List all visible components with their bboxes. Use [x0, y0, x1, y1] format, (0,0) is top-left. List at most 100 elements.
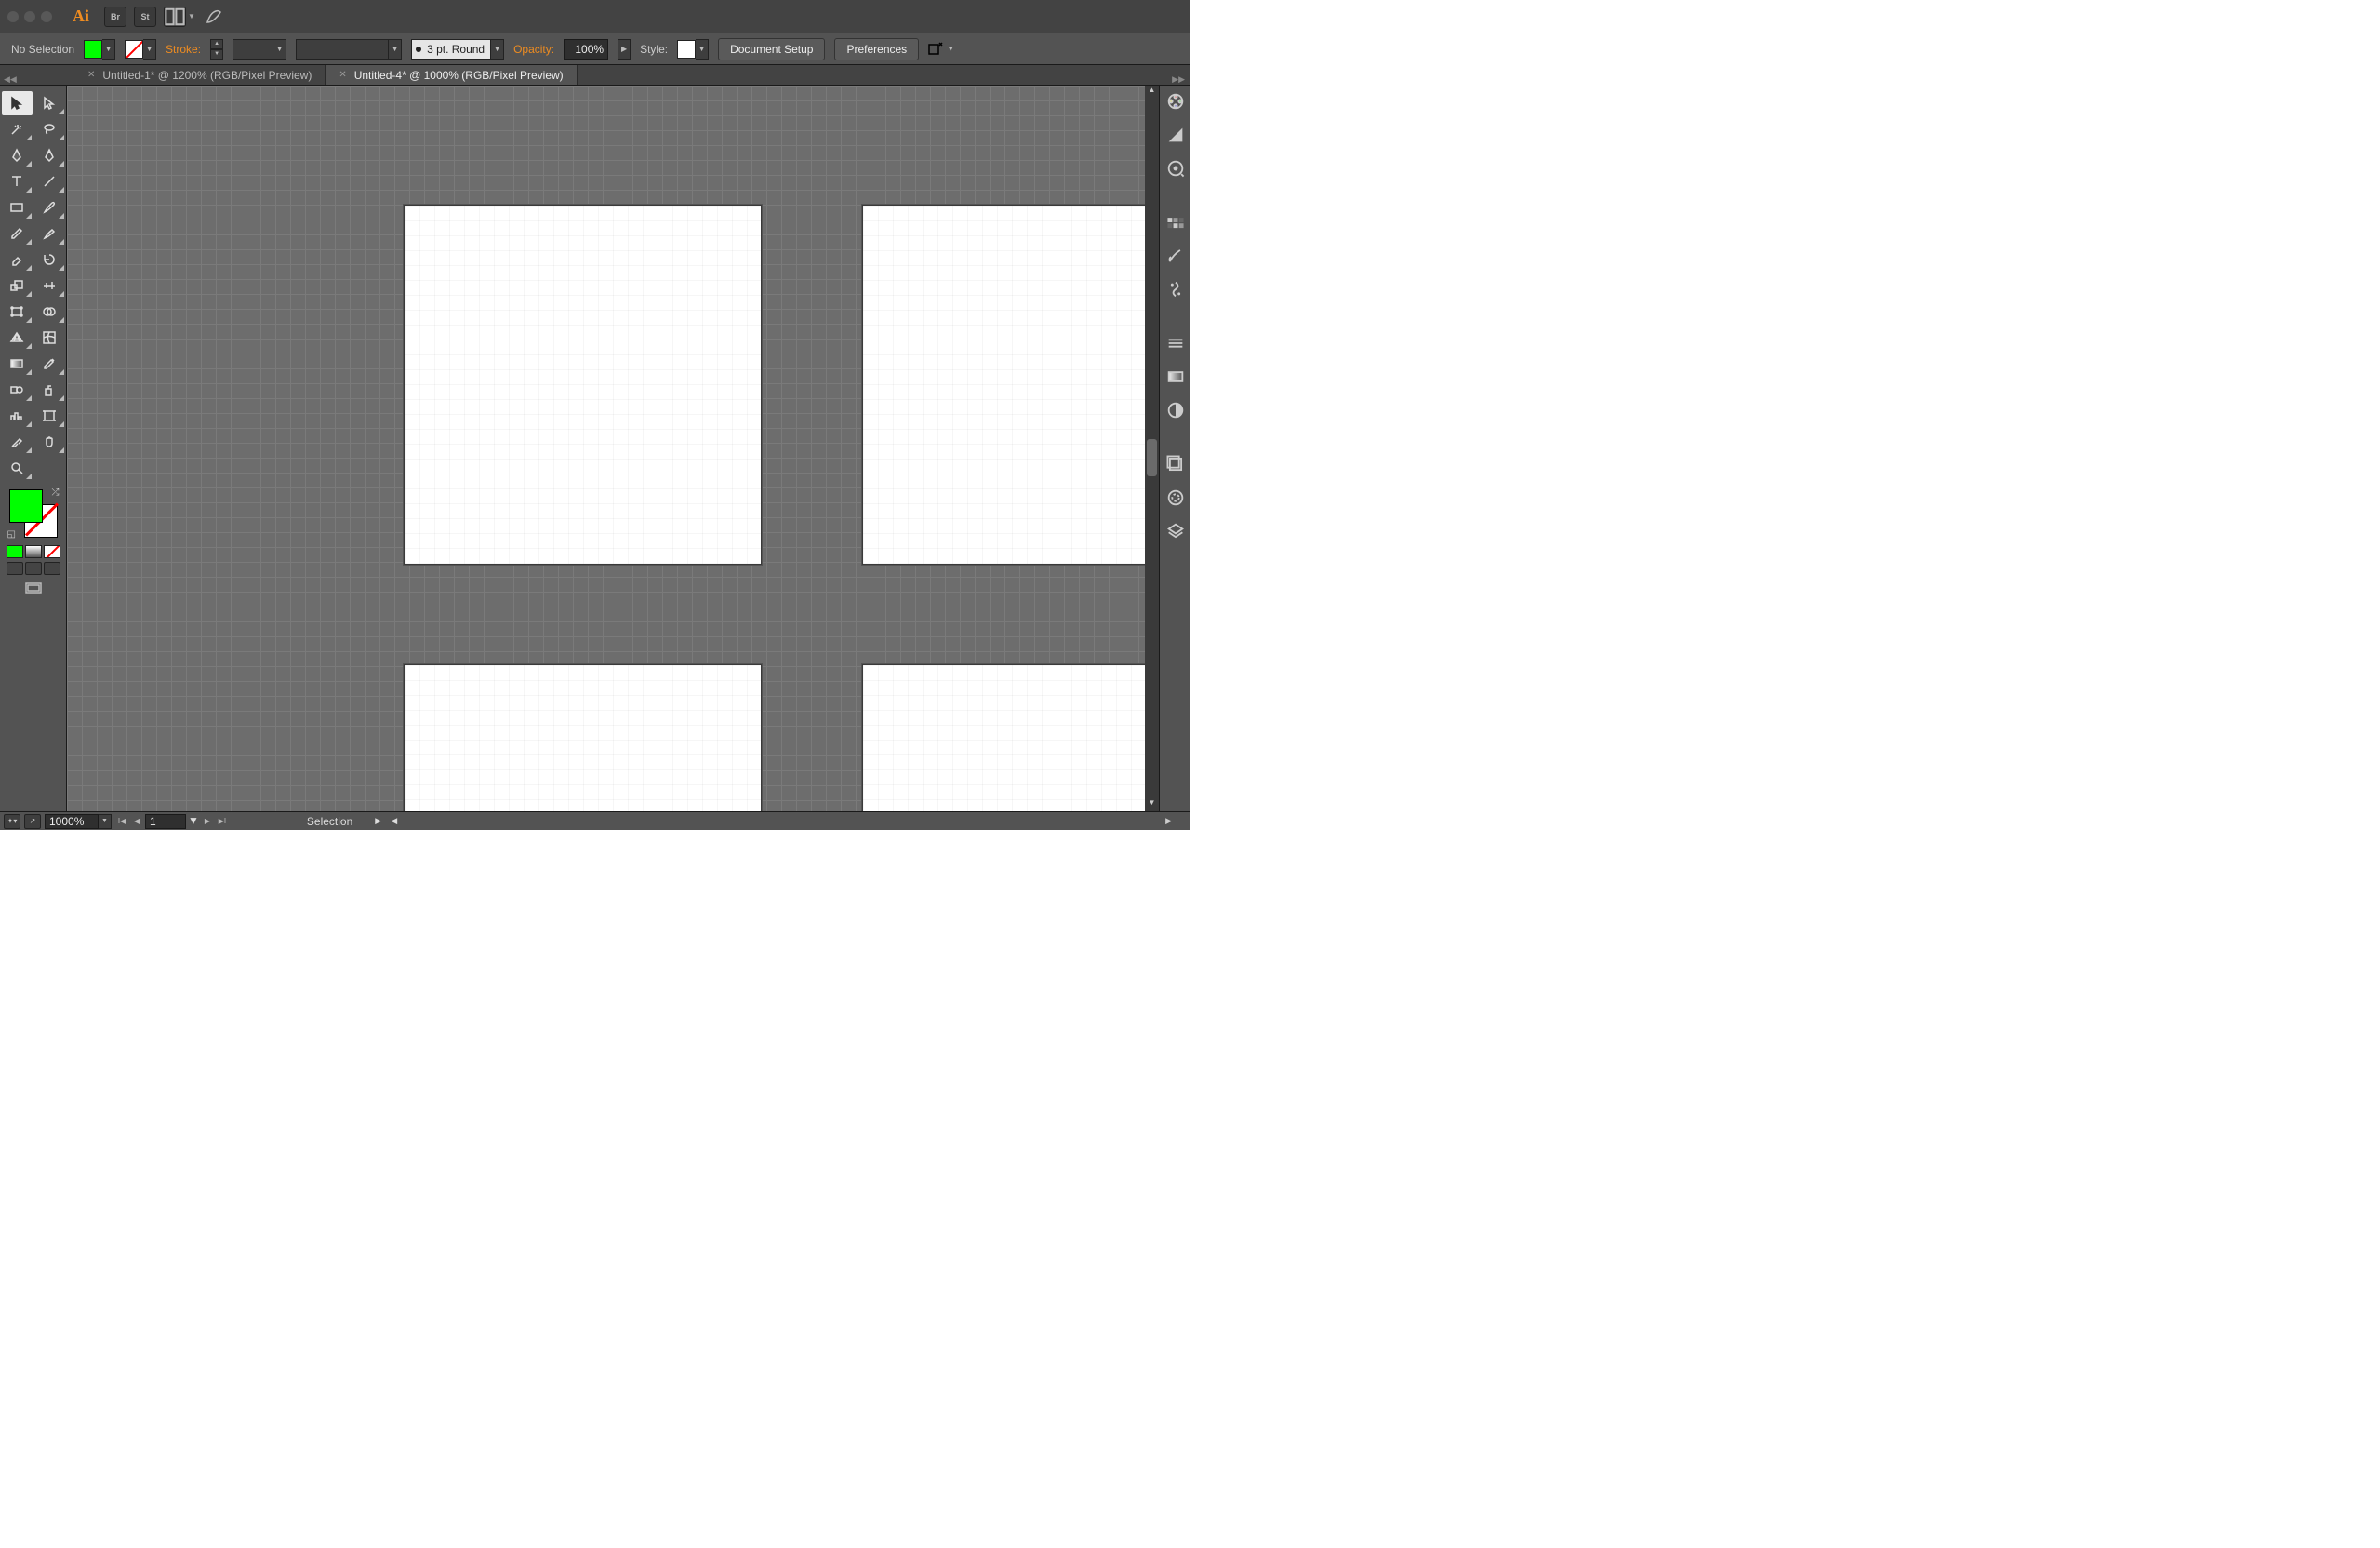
- swatches-panel-icon[interactable]: [1165, 212, 1186, 233]
- fill-stroke-control[interactable]: ⤮ ◱: [7, 487, 60, 540]
- scroll-down-icon[interactable]: ▼: [1145, 798, 1159, 811]
- column-graph-tool[interactable]: [2, 404, 33, 428]
- type-tool[interactable]: [2, 169, 33, 194]
- eyedropper-tool[interactable]: [34, 352, 65, 376]
- doc-tab-1[interactable]: ✕ Untitled-1* @ 1200% (RGB/Pixel Preview…: [74, 65, 326, 85]
- eraser-tool[interactable]: [2, 247, 33, 272]
- brush-definition-dropdown[interactable]: 3 pt. Round ▼: [411, 39, 504, 60]
- canvas[interactable]: ▲ ▼: [67, 86, 1159, 811]
- artboard-3[interactable]: [404, 664, 762, 811]
- stroke-panel-icon[interactable]: [1165, 333, 1186, 354]
- perspective-grid-tool[interactable]: [2, 326, 33, 350]
- fill-swatch-dropdown[interactable]: ▼: [84, 39, 115, 60]
- layers-panel-icon[interactable]: [1165, 521, 1186, 541]
- mesh-tool[interactable]: [34, 326, 65, 350]
- brushes-panel-icon[interactable]: [1165, 246, 1186, 266]
- vertical-scrollbar[interactable]: ▲ ▼: [1145, 86, 1159, 811]
- stroke-weight-field[interactable]: [233, 39, 273, 60]
- arrange-documents-button[interactable]: ▼: [164, 7, 197, 27]
- symbol-sprayer-tool[interactable]: [34, 378, 65, 402]
- artboard-4[interactable]: [862, 664, 1146, 811]
- hscroll-right-icon[interactable]: ▶: [1165, 816, 1172, 826]
- status-flyout-button[interactable]: ✦▾: [4, 814, 20, 829]
- collapse-panels-icon[interactable]: ▶▶: [1172, 74, 1185, 85]
- document-setup-button[interactable]: Document Setup: [718, 38, 825, 60]
- screen-mode-button[interactable]: [25, 582, 42, 598]
- color-themes-panel-icon[interactable]: [1165, 158, 1186, 179]
- draw-behind-icon[interactable]: [25, 562, 42, 575]
- close-window-icon[interactable]: [7, 11, 19, 22]
- stroke-weight-dropdown[interactable]: ▼: [233, 39, 286, 60]
- zoom-tool[interactable]: [2, 456, 33, 480]
- width-tool[interactable]: [34, 274, 65, 298]
- variable-width-profile-dropdown[interactable]: ▼: [296, 39, 402, 60]
- step-down-icon[interactable]: ▼: [210, 49, 223, 60]
- blob-brush-tool[interactable]: [34, 221, 65, 246]
- zoom-window-icon[interactable]: [41, 11, 52, 22]
- zoom-level-value[interactable]: 1000%: [45, 814, 99, 829]
- graphic-styles-panel-icon[interactable]: [1165, 487, 1186, 508]
- opacity-label[interactable]: Opacity:: [513, 43, 554, 56]
- graphic-style-dropdown[interactable]: ▼: [677, 39, 709, 60]
- pencil-tool[interactable]: [2, 221, 33, 246]
- artboard-2[interactable]: [862, 205, 1146, 565]
- last-artboard-icon[interactable]: ▶I: [216, 815, 229, 828]
- close-tab-icon[interactable]: ✕: [339, 70, 346, 80]
- stroke-label[interactable]: Stroke:: [166, 43, 201, 56]
- stroke-swatch-dropdown[interactable]: ▼: [125, 39, 156, 60]
- appearance-panel-icon[interactable]: [1165, 454, 1186, 474]
- status-export-button[interactable]: ↗: [24, 814, 41, 829]
- color-mode-gradient[interactable]: [25, 545, 42, 558]
- align-to-dropdown[interactable]: ▼: [928, 42, 954, 57]
- collapse-tools-icon[interactable]: ◀◀: [4, 74, 17, 85]
- stroke-weight-stepper[interactable]: ▲ ▼: [210, 39, 223, 60]
- doc-tab-2[interactable]: ✕ Untitled-4* @ 1000% (RGB/Pixel Preview…: [326, 65, 577, 85]
- rotate-tool[interactable]: [34, 247, 65, 272]
- close-tab-icon[interactable]: ✕: [87, 70, 95, 80]
- direct-selection-tool[interactable]: [34, 91, 65, 115]
- preferences-button[interactable]: Preferences: [834, 38, 919, 60]
- color-mode-solid[interactable]: [7, 545, 23, 558]
- hand-tool[interactable]: [34, 430, 65, 454]
- step-up-icon[interactable]: ▲: [210, 39, 223, 49]
- slice-tool[interactable]: [2, 430, 33, 454]
- curvature-tool[interactable]: [34, 143, 65, 167]
- draw-inside-icon[interactable]: [44, 562, 60, 575]
- transparency-panel-icon[interactable]: [1165, 400, 1186, 420]
- color-panel-icon[interactable]: [1165, 91, 1186, 112]
- gpu-preview-icon[interactable]: [205, 7, 223, 26]
- pen-tool[interactable]: [2, 143, 33, 167]
- shape-builder-tool[interactable]: [34, 300, 65, 324]
- first-artboard-icon[interactable]: I◀: [115, 815, 128, 828]
- color-mode-none[interactable]: [44, 545, 60, 558]
- rectangle-tool[interactable]: [2, 195, 33, 220]
- free-transform-tool[interactable]: [2, 300, 33, 324]
- scroll-up-icon[interactable]: ▲: [1145, 86, 1159, 99]
- zoom-level-dropdown[interactable]: 1000% ▼: [45, 814, 112, 829]
- vertical-scroll-thumb[interactable]: [1147, 439, 1157, 476]
- paintbrush-tool[interactable]: [34, 195, 65, 220]
- fill-color-swatch[interactable]: [9, 489, 43, 523]
- artboard-tool[interactable]: [34, 404, 65, 428]
- selection-tool[interactable]: [2, 91, 33, 115]
- hscroll-left-icon[interactable]: ◀: [391, 816, 397, 826]
- line-segment-tool[interactable]: [34, 169, 65, 194]
- default-fill-stroke-icon[interactable]: ◱: [7, 529, 16, 540]
- artboard-1[interactable]: [404, 205, 762, 565]
- next-artboard-icon[interactable]: ▶: [201, 815, 214, 828]
- scale-tool[interactable]: [2, 274, 33, 298]
- prev-artboard-icon[interactable]: ◀: [130, 815, 143, 828]
- minimize-window-icon[interactable]: [24, 11, 35, 22]
- draw-normal-icon[interactable]: [7, 562, 23, 575]
- swap-fill-stroke-icon[interactable]: ⤮: [52, 487, 60, 498]
- magic-wand-tool[interactable]: [2, 117, 33, 141]
- bridge-button[interactable]: Br: [104, 7, 126, 27]
- color-guide-panel-icon[interactable]: [1165, 125, 1186, 145]
- opacity-dropdown-caret[interactable]: ▶: [618, 39, 631, 60]
- blend-tool[interactable]: [2, 378, 33, 402]
- hscroll-right-end-icon[interactable]: ▶: [375, 816, 381, 826]
- opacity-input[interactable]: [564, 39, 608, 60]
- gradient-tool[interactable]: [2, 352, 33, 376]
- gradient-panel-icon[interactable]: [1165, 367, 1186, 387]
- chevron-down-icon[interactable]: ▼: [188, 814, 199, 829]
